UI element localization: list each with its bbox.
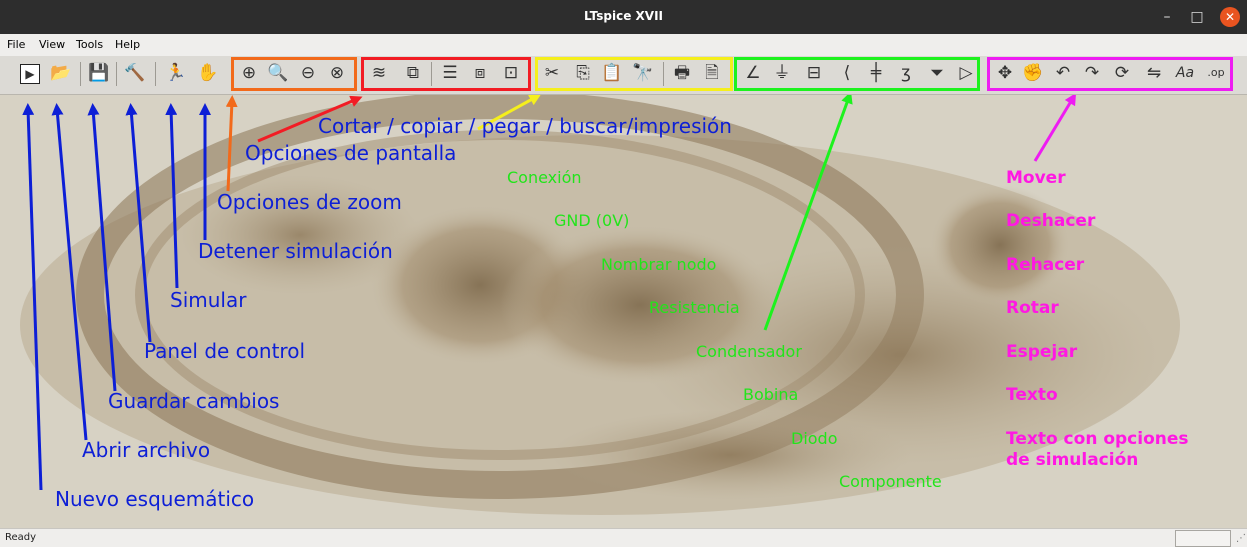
annotation-ground: GND (0V) (554, 211, 630, 230)
toolbar-separator (116, 62, 117, 86)
annotation-rotate: Rotar (1006, 298, 1059, 318)
annotation-wire: Conexión (507, 168, 582, 187)
drag-icon[interactable]: ✊ (1022, 62, 1044, 84)
move-icon[interactable]: ✥ (994, 62, 1016, 84)
text-icon[interactable]: Aa (1174, 62, 1196, 84)
toolbar-separator (663, 62, 664, 86)
paste-icon[interactable]: 📋 (601, 62, 623, 84)
net-label-icon[interactable]: ⊟ (803, 62, 825, 84)
annotation-component: Componente (839, 472, 942, 491)
toolbar: ▶ 📂 💾 🔨 🏃 ✋ ⊕ 🔍 ⊖ ⊗ ≋ ⧉ ☰ ⧈ ⊡ ✂ ⎘ 📋 🔭 🖶 … (0, 56, 1247, 95)
annotation-edit-options: Cortar / copiar / pegar / buscar/impresi… (318, 114, 732, 138)
annotation-screen-options: Opciones de pantalla (245, 141, 457, 165)
undo-icon[interactable]: ↶ (1052, 62, 1074, 84)
annotation-diode: Diodo (791, 429, 838, 448)
wire-icon[interactable]: ∠ (742, 62, 764, 84)
annotation-control-panel: Panel de control (144, 339, 305, 363)
close-button[interactable]: ✕ (1220, 7, 1240, 27)
annotation-simulate: Simular (170, 288, 247, 312)
annotation-spice-text-line2: de simulación (1006, 450, 1139, 470)
status-bar: Ready ⋰ (0, 528, 1247, 547)
component-icon[interactable]: ▷ (955, 62, 977, 84)
zoom-fit-icon[interactable]: ⊗ (326, 62, 348, 84)
menu-help[interactable]: Help (115, 38, 140, 51)
tile-window-icon[interactable]: ⧉ (402, 62, 424, 84)
schematic-canvas[interactable]: Nuevo esquemático Abrir archivo Guardar … (0, 95, 1247, 528)
annotation-new-schematic: Nuevo esquemático (55, 487, 255, 511)
zoom-pan-icon[interactable]: 🔍 (267, 62, 289, 84)
annotation-net-name: Nombrar nodo (601, 255, 717, 274)
window-title: LTspice XVII (584, 9, 663, 23)
save-icon[interactable]: 💾 (88, 62, 110, 84)
annotation-zoom-options: Opciones de zoom (217, 190, 402, 214)
annotation-mirror: Espejar (1006, 342, 1078, 362)
menu-view[interactable]: View (39, 38, 65, 51)
autorange-icon[interactable]: ≋ (368, 62, 390, 84)
close-window-icon[interactable]: ⊡ (500, 62, 522, 84)
redo-icon[interactable]: ↷ (1081, 62, 1103, 84)
annotation-text: Texto (1006, 385, 1058, 405)
maximize-button[interactable]: □ (1187, 7, 1207, 27)
status-text: Ready (5, 532, 37, 543)
capacitor-icon[interactable]: ╪ (865, 62, 887, 84)
open-file-icon[interactable]: 📂 (50, 62, 72, 84)
annotation-capacitor: Condensador (696, 342, 802, 361)
ground-icon[interactable]: ⏚ (771, 62, 793, 84)
print-setup-icon[interactable]: 🗎 (701, 62, 723, 84)
status-panel (1175, 530, 1231, 547)
toolbar-separator (80, 62, 81, 86)
print-icon[interactable]: 🖶 (671, 62, 693, 84)
menu-bar: File View Tools Help (0, 34, 1247, 57)
control-panel-icon[interactable]: 🔨 (124, 62, 146, 84)
annotation-move: Mover (1006, 168, 1066, 188)
mirror-icon[interactable]: ⇋ (1143, 62, 1165, 84)
annotation-open-file: Abrir archivo (82, 438, 211, 462)
tile-horizontal-icon[interactable]: ☰ (439, 62, 461, 84)
minimize-button[interactable]: – (1157, 7, 1177, 27)
diode-icon[interactable]: ⏷ (926, 62, 948, 84)
annotation-save: Guardar cambios (108, 389, 280, 413)
zoom-out-icon[interactable]: ⊖ (297, 62, 319, 84)
resistor-icon[interactable]: ⟨ (836, 62, 858, 84)
title-bar: LTspice XVII – □ ✕ (0, 0, 1247, 34)
annotation-resistor: Resistencia (649, 298, 740, 317)
inductor-icon[interactable]: ʒ (895, 62, 917, 84)
cascade-icon[interactable]: ⧈ (469, 62, 491, 84)
menu-file[interactable]: File (7, 38, 25, 51)
resize-grip-icon[interactable]: ⋰ (1236, 533, 1246, 544)
toolbar-separator (431, 62, 432, 86)
spice-directive-icon[interactable]: .op (1205, 62, 1227, 84)
annotation-redo: Rehacer (1006, 255, 1085, 275)
annotation-inductor: Bobina (743, 385, 799, 404)
cut-icon[interactable]: ✂ (541, 62, 563, 84)
toolbar-separator (155, 62, 156, 86)
rotate-icon[interactable]: ⟳ (1111, 62, 1133, 84)
run-icon[interactable]: 🏃 (165, 62, 187, 84)
copy-icon[interactable]: ⎘ (572, 62, 594, 84)
find-icon[interactable]: 🔭 (632, 62, 654, 84)
annotation-undo: Deshacer (1006, 211, 1096, 231)
annotation-spice-text-line1: Texto con opciones (1006, 429, 1189, 449)
menu-tools[interactable]: Tools (76, 38, 103, 51)
new-schematic-icon[interactable]: ▶ (20, 64, 40, 84)
halt-icon[interactable]: ✋ (197, 62, 219, 84)
annotation-stop-simulation: Detener simulación (198, 239, 393, 263)
zoom-in-icon[interactable]: ⊕ (238, 62, 260, 84)
